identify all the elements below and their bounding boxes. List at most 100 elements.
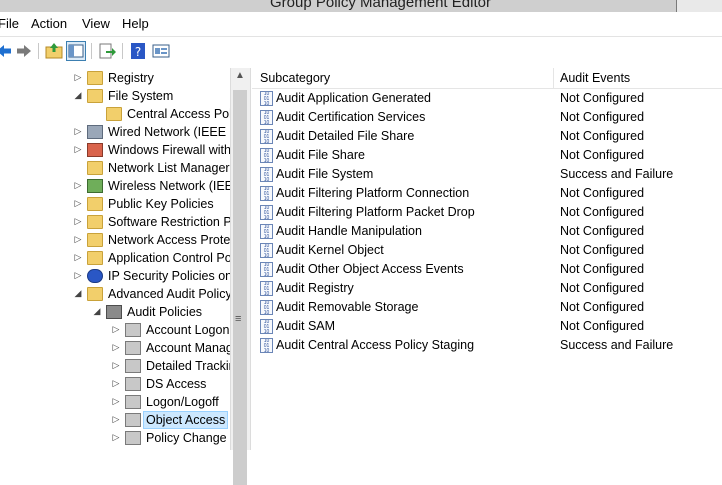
show-hide-tree-icon[interactable] bbox=[66, 41, 86, 61]
folder-icon bbox=[87, 233, 103, 247]
tree-item-network-list-manager[interactable]: Network List Manager Policies bbox=[0, 159, 230, 177]
collapse-arrow-icon[interactable]: ◢ bbox=[73, 90, 83, 101]
table-row[interactable]: 10 01 10 Audit Detailed File Share Not Confi… bbox=[252, 127, 722, 146]
menu-action[interactable]: Action bbox=[31, 16, 67, 31]
tree-item-wired-network[interactable]: ▷ Wired Network (IEEE 802.3) Policies bbox=[0, 123, 230, 141]
expand-arrow-icon[interactable]: ▷ bbox=[73, 144, 83, 155]
tree-item-wireless-network[interactable]: ▷ Wireless Network (IEEE 802.11) Policie… bbox=[0, 177, 230, 195]
tree-item-audit-policies[interactable]: ◢ Audit Policies bbox=[0, 303, 230, 321]
audit-events-cell: Not Configured bbox=[560, 300, 645, 314]
folder-icon bbox=[87, 215, 103, 229]
expand-arrow-icon[interactable]: ▷ bbox=[73, 270, 83, 281]
expand-arrow-icon[interactable]: ▷ bbox=[73, 252, 83, 263]
tree-item-label: Central Access Policy bbox=[127, 107, 230, 121]
column-divider[interactable] bbox=[553, 68, 554, 88]
expand-arrow-icon[interactable]: ▷ bbox=[111, 432, 121, 443]
tree-item-account-logon[interactable]: ▷ Account Logon bbox=[0, 321, 230, 339]
subcategory-cell: Audit Other Object Access Events bbox=[276, 262, 464, 276]
expand-arrow-icon[interactable]: ▷ bbox=[73, 126, 83, 137]
expand-arrow-icon[interactable]: ▷ bbox=[73, 234, 83, 245]
tree-item-label: Application Control Policies bbox=[108, 251, 230, 265]
table-row[interactable]: 10 01 10 Audit Kernel Object Not Configured bbox=[252, 241, 722, 260]
column-audit-events[interactable]: Audit Events bbox=[560, 71, 630, 85]
expand-arrow-icon[interactable]: ▷ bbox=[111, 414, 121, 425]
policy-icon bbox=[125, 323, 141, 337]
tree-item-network-access-protection[interactable]: ▷ Network Access Protection bbox=[0, 231, 230, 249]
collapse-arrow-icon[interactable]: ◢ bbox=[92, 306, 102, 317]
tree-item-label: Network Access Protection bbox=[108, 233, 230, 247]
table-row[interactable]: 10 01 10 Audit Certification Services Not Co… bbox=[252, 108, 722, 127]
table-row[interactable]: 10 01 10 Audit Central Access Policy Stagin… bbox=[252, 336, 722, 355]
tree-item-windows-firewall[interactable]: ▷ Windows Firewall with Advanced Securit… bbox=[0, 141, 230, 159]
expand-arrow-icon[interactable]: ▷ bbox=[111, 360, 121, 371]
collapse-arrow-icon[interactable]: ◢ bbox=[73, 288, 83, 299]
tree-item-software-restriction[interactable]: ▷ Software Restriction Policies bbox=[0, 213, 230, 231]
firewall-icon bbox=[87, 143, 103, 157]
expand-arrow-icon[interactable]: ▷ bbox=[111, 342, 121, 353]
subcategory-cell: Audit Handle Manipulation bbox=[276, 224, 422, 238]
policy-icon bbox=[125, 395, 141, 409]
expand-arrow-icon[interactable]: ▷ bbox=[73, 72, 83, 83]
expand-arrow-icon[interactable]: ▷ bbox=[111, 324, 121, 335]
scroll-up-icon[interactable]: ▲ bbox=[235, 70, 245, 81]
table-row[interactable]: 10 01 10 Audit Other Object Access Events No… bbox=[252, 260, 722, 279]
expand-arrow-icon[interactable]: ▷ bbox=[111, 396, 121, 407]
table-row[interactable]: 10 01 10 Audit File System Success and Failu… bbox=[252, 165, 722, 184]
tree-item-label: Object Access bbox=[143, 411, 229, 429]
menu-help[interactable]: Help bbox=[122, 16, 149, 31]
table-row[interactable]: 10 01 10 Audit File Share Not Configured bbox=[252, 146, 722, 165]
table-row[interactable]: 10 01 10 Audit Filtering Platform Connectio… bbox=[252, 184, 722, 203]
table-row[interactable]: 10 01 10 Audit Removable Storage Not Configu… bbox=[252, 298, 722, 317]
properties-icon[interactable] bbox=[151, 41, 171, 61]
tree-item-label: Wired Network (IEEE 802.3) Policies bbox=[108, 125, 230, 139]
audit-setting-icon: 10 01 10 bbox=[260, 148, 273, 163]
tree-item-label: Detailed Tracking bbox=[146, 359, 230, 373]
scrollbar-thumb[interactable] bbox=[233, 90, 247, 485]
audit-setting-icon: 10 01 10 bbox=[260, 338, 273, 353]
window-controls[interactable] bbox=[676, 0, 722, 12]
svg-text:?: ? bbox=[135, 45, 141, 59]
menu-view[interactable]: View bbox=[82, 16, 110, 31]
table-row[interactable]: 10 01 10 Audit SAM Not Configured bbox=[252, 317, 722, 336]
tree-scrollbar[interactable]: ▲ ≡ bbox=[230, 68, 251, 485]
table-row[interactable]: 10 01 10 Audit Handle Manipulation Not Confi… bbox=[252, 222, 722, 241]
wireless-icon bbox=[87, 179, 103, 193]
tree-item-application-control[interactable]: ▷ Application Control Policies bbox=[0, 249, 230, 267]
audit-events-cell: Not Configured bbox=[560, 129, 645, 143]
table-row[interactable]: 10 01 10 Audit Application Generated Not Con… bbox=[252, 89, 722, 108]
folder-icon bbox=[87, 197, 103, 211]
table-row[interactable]: 10 01 10 Audit Filtering Platform Packet Dr… bbox=[252, 203, 722, 222]
network-icon bbox=[87, 125, 103, 139]
expand-arrow-icon[interactable]: ▷ bbox=[73, 198, 83, 209]
tree-item-detailed-tracking[interactable]: ▷ Detailed Tracking bbox=[0, 357, 230, 375]
folder-icon bbox=[87, 251, 103, 265]
audit-events-cell: Success and Failure bbox=[560, 338, 674, 352]
tree-item-advanced-audit[interactable]: ◢ Advanced Audit Policy Configuration bbox=[0, 285, 230, 303]
tree-item-logon-logoff[interactable]: ▷ Logon/Logoff bbox=[0, 393, 230, 411]
details-pane: Subcategory Audit Events 10 01 10 Audit App… bbox=[252, 68, 722, 450]
tree-item-ip-security[interactable]: ▷ IP Security Policies on Active Directo… bbox=[0, 267, 230, 285]
export-list-icon[interactable] bbox=[97, 41, 117, 61]
expand-arrow-icon[interactable]: ▷ bbox=[73, 180, 83, 191]
forward-icon[interactable] bbox=[14, 41, 34, 61]
table-row[interactable]: 10 01 10 Audit Registry Not Configured bbox=[252, 279, 722, 298]
up-folder-icon[interactable] bbox=[44, 41, 64, 61]
column-subcategory[interactable]: Subcategory bbox=[260, 71, 330, 85]
back-icon[interactable] bbox=[0, 41, 14, 61]
help-icon[interactable]: ? bbox=[128, 41, 148, 61]
ipsec-icon bbox=[87, 269, 103, 283]
tree-item-file-system[interactable]: ◢ File System bbox=[0, 87, 230, 105]
expand-arrow-icon[interactable]: ▷ bbox=[73, 216, 83, 227]
tree-item-object-access[interactable]: ▷ Object Access bbox=[0, 411, 230, 429]
tree-item-account-management[interactable]: ▷ Account Management bbox=[0, 339, 230, 357]
tree-item-label: Advanced Audit Policy Configuration bbox=[108, 287, 230, 301]
tree-item-policy-change[interactable]: ▷ Policy Change bbox=[0, 429, 230, 447]
tree-item-central-access-policy[interactable]: Central Access Policy bbox=[0, 105, 230, 123]
tree-item-label: Policy Change bbox=[146, 431, 227, 445]
expand-arrow-icon[interactable]: ▷ bbox=[111, 378, 121, 389]
menu-file[interactable]: File bbox=[0, 16, 19, 31]
tree-item-ds-access[interactable]: ▷ DS Access bbox=[0, 375, 230, 393]
subcategory-cell: Audit Registry bbox=[276, 281, 354, 295]
tree-item-public-key-policies[interactable]: ▷ Public Key Policies bbox=[0, 195, 230, 213]
tree-item-registry[interactable]: ▷ Registry bbox=[0, 69, 230, 87]
